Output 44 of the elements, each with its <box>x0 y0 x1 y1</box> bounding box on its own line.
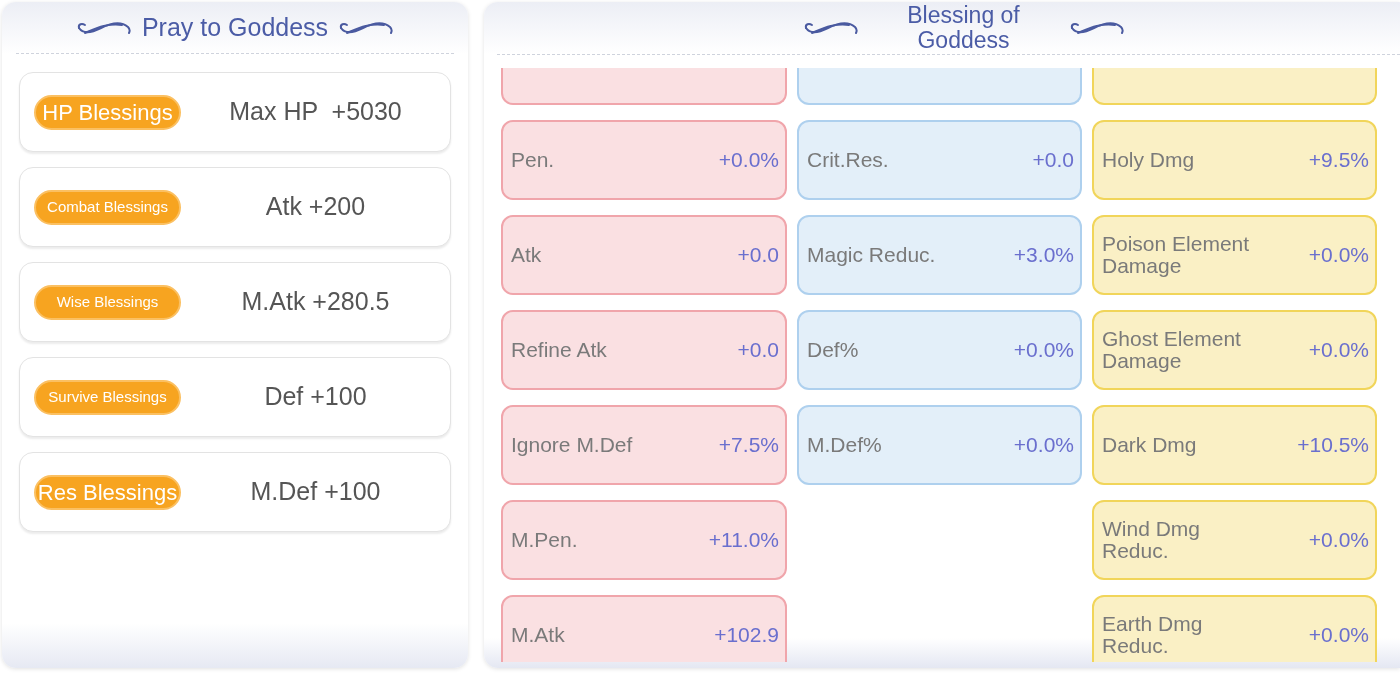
blessing-tag: Wise Blessings <box>34 284 181 320</box>
bonus-text: M.Atk +280.5 <box>240 286 391 318</box>
stat-label: Earth Dmg Reduc. <box>1102 612 1204 658</box>
stat-value: +3.0% <box>1013 242 1074 269</box>
stat-label: Atk <box>511 243 542 266</box>
stat-value: +9.5% <box>1308 147 1369 174</box>
stat-label: Wind Dmg Reduc. <box>1102 517 1202 563</box>
stat-label: Ghost Element Damage <box>1102 327 1242 373</box>
stat-value: +102.9 <box>714 622 779 649</box>
panel-title: Pray to Goddess <box>141 11 329 43</box>
stat-value: +0.0% <box>1308 242 1369 269</box>
stat-value: +0.0% <box>1013 432 1074 459</box>
stat-label: M.Def% <box>807 433 882 456</box>
blessing-tag: HP Blessings <box>34 94 181 130</box>
stat-label: Magic Reduc. <box>807 243 936 266</box>
bonus-text: Max HP +5030 <box>228 96 403 128</box>
stat-label: Pen. <box>511 148 555 171</box>
blessing-tag: Survive Blessings <box>34 379 181 415</box>
stat-label: Refine Atk <box>511 338 607 361</box>
stat-label: M.Atk <box>511 623 565 646</box>
stat-value: +0.0% <box>1308 337 1369 364</box>
stat-value: +11.0% <box>708 527 779 554</box>
blessing-tag: Res Blessings <box>34 474 181 510</box>
stat-label: Dark Dmg <box>1102 433 1197 456</box>
stat-value: +0.0% <box>1308 527 1369 554</box>
bonus-text: Atk +200 <box>264 191 367 223</box>
stat-value: +10.5% <box>1297 432 1369 459</box>
stat-label: Crit.Res. <box>807 148 889 171</box>
stat-label: Def% <box>807 338 859 361</box>
bonus-text: Def +100 <box>263 381 368 413</box>
stat-label: M.Pen. <box>511 528 578 551</box>
stat-value: +0.0 <box>737 337 779 364</box>
stat-label: Holy Dmg <box>1102 148 1195 171</box>
stat-value: +0.0 <box>1032 147 1074 174</box>
stat-value: +0.0% <box>1308 622 1369 649</box>
bonus-text: M.Def +100 <box>249 476 382 508</box>
stat-value: +0.0% <box>1013 337 1074 364</box>
blessing-tag: Combat Blessings <box>34 189 181 225</box>
stat-value: +0.0 <box>737 242 779 269</box>
stat-value: +0.0% <box>718 147 779 174</box>
panel-title: Blessing of Goddess <box>906 3 1021 53</box>
stat-value: +7.5% <box>718 432 779 459</box>
stat-label: Ignore M.Def <box>511 433 633 456</box>
stat-label: Poison Element Damage <box>1102 232 1251 278</box>
